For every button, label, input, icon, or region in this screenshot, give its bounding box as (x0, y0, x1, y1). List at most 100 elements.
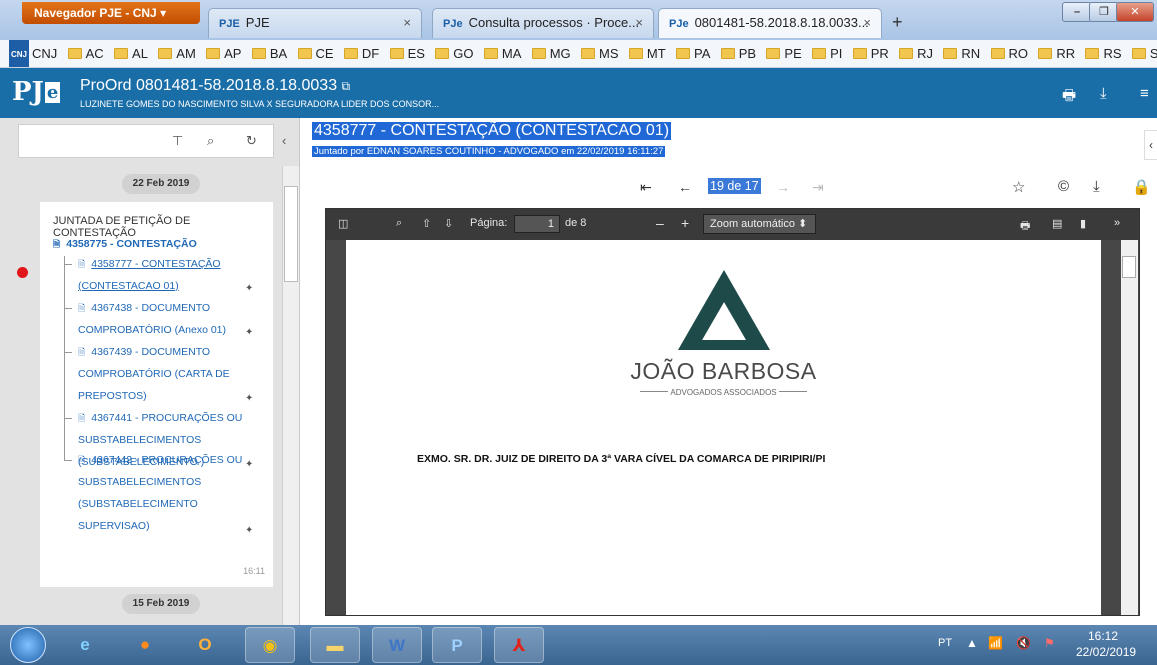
start-button[interactable] (10, 627, 46, 663)
scrollbar-thumb[interactable] (1122, 256, 1136, 278)
close-tab-icon[interactable]: × (635, 9, 643, 37)
zoom-in-icon[interactable]: + (681, 215, 689, 231)
last-document-icon[interactable]: ⇥ (812, 179, 824, 196)
document-icon: 🗎 (78, 259, 86, 269)
previous-document-icon[interactable]: ← (678, 179, 692, 195)
timeline-scrollbar[interactable] (282, 166, 299, 625)
bookmark-ba[interactable]: BA (249, 40, 291, 67)
zoom-out-icon[interactable]: – (656, 215, 664, 231)
timeline-search-input[interactable] (19, 125, 169, 157)
bookmark-icon[interactable]: ▮ (1080, 217, 1086, 230)
bookmark-pb[interactable]: PB (718, 40, 760, 67)
bookmark-pa[interactable]: PA (673, 40, 714, 67)
notification-flag-icon[interactable]: ⚑ (1044, 636, 1055, 650)
attachment-link-4358777[interactable]: 🗎 4358777 - CONTESTAÇÃO (CONTESTACAO 01) (78, 253, 246, 297)
file-explorer-icon[interactable]: ▬ (310, 627, 360, 663)
bookmark-es[interactable]: ES (387, 40, 429, 67)
outlook-icon[interactable]: O (180, 627, 230, 663)
network-signal-icon[interactable]: 📶 (988, 636, 1003, 650)
bookmark-rn[interactable]: RN (940, 40, 984, 67)
download-document-icon[interactable]: ⤓ (1093, 178, 1100, 195)
scrollbar-track[interactable] (1121, 240, 1138, 615)
save-icon[interactable]: ▤ (1052, 217, 1062, 230)
bookmark-go[interactable]: GO (432, 40, 477, 67)
pin-icon[interactable]: ✦ (245, 393, 253, 404)
clock-date[interactable]: 22/02/2019 (1076, 645, 1136, 659)
first-document-icon[interactable]: ⇤ (640, 179, 652, 196)
bookmark-ac[interactable]: AC (65, 40, 108, 67)
tab-consulta-processos[interactable]: PJe Consulta processos · Proce... × (432, 8, 654, 38)
acrobat-icon[interactable]: ⅄ (494, 627, 544, 663)
volume-muted-icon[interactable]: 🔇 (1016, 636, 1031, 650)
bookmark-pi[interactable]: PI (809, 40, 846, 67)
folder-icon (581, 48, 596, 59)
minimize-window-button[interactable]: – (1062, 2, 1092, 22)
search-icon[interactable]: ⌕ (207, 133, 214, 149)
bookmark-ap[interactable]: AP (203, 40, 245, 67)
menu-icon[interactable]: ≡ (1140, 85, 1149, 102)
pin-icon[interactable]: ✦ (245, 459, 253, 470)
navigator-menu-button[interactable]: Navegador PJE - CNJ ▾ (22, 2, 200, 24)
find-icon[interactable]: ⌕ (396, 217, 402, 230)
bookmark-al[interactable]: AL (111, 40, 152, 67)
page-number-input[interactable] (514, 215, 560, 233)
bookmark-rj[interactable]: RJ (896, 40, 937, 67)
filter-icon[interactable]: ⊤ (172, 133, 183, 149)
bookmark-pr[interactable]: PR (850, 40, 893, 67)
bookmark-ms[interactable]: MS (578, 40, 623, 67)
firefox-icon[interactable]: ● (120, 627, 170, 663)
scrollbar-thumb[interactable] (284, 186, 298, 282)
attachment-link-4367439[interactable]: 🗎 4367439 - DOCUMENTO COMPROBATÓRIO (CARTA… (78, 341, 246, 407)
sidebar-toggle-icon[interactable]: ◫ (338, 217, 348, 230)
pin-icon[interactable]: ✦ (245, 525, 253, 536)
expand-right-panel-icon[interactable]: ‹ (1144, 130, 1157, 160)
bookmark-rr[interactable]: RR (1035, 40, 1079, 67)
pin-icon[interactable]: ✦ (245, 327, 253, 338)
next-document-icon[interactable]: → (776, 179, 790, 195)
pin-icon[interactable]: ✦ (245, 283, 253, 294)
attachment-link-4367438[interactable]: 🗎 4367438 - DOCUMENTO COMPROBATÓRIO (Anexo… (78, 297, 246, 341)
bookmark-ce[interactable]: CE (295, 40, 338, 67)
copy-icon[interactable]: ⧉ (342, 79, 351, 93)
collapse-panel-icon[interactable]: ‹ (282, 133, 286, 148)
word-icon[interactable]: W (372, 627, 422, 663)
pdf-scrollbar[interactable] (1101, 240, 1139, 615)
clock-time[interactable]: 16:12 (1088, 629, 1118, 643)
language-indicator[interactable]: PT (938, 637, 952, 649)
bookmark-cnj[interactable]: CNJ CNJ (0, 40, 61, 67)
close-tab-icon[interactable]: × (403, 9, 411, 37)
pje-app-icon[interactable]: P (432, 627, 482, 663)
show-hidden-icons-icon[interactable]: ▲ (966, 636, 978, 650)
bookmark-sc[interactable]: SC (1129, 40, 1157, 67)
main-document-link[interactable]: 🗎 4358775 - CONTESTAÇÃO (53, 237, 197, 253)
attachment-link-4367442[interactable]: 🗎 4367442 - PROCURAÇÕES OU SUBSTABELECIMEN… (78, 449, 246, 537)
chrome-icon[interactable]: ◉ (245, 627, 295, 663)
previous-page-icon[interactable]: ⇧ (422, 217, 431, 230)
refresh-icon[interactable]: ↻ (246, 133, 257, 149)
bookmark-mg[interactable]: MG (529, 40, 575, 67)
print-icon[interactable]: 🖶 (1062, 85, 1076, 110)
maximize-window-button[interactable]: ❐ (1089, 2, 1119, 22)
more-tools-icon[interactable]: » (1114, 217, 1120, 229)
lock-icon[interactable]: 🔒 (1132, 178, 1151, 196)
download-icon[interactable]: ⤓ (1100, 85, 1107, 102)
bookmark-ro[interactable]: RO (988, 40, 1033, 67)
bookmark-df[interactable]: DF (341, 40, 383, 67)
star-icon[interactable]: ☆ (1012, 178, 1025, 196)
bookmark-ma[interactable]: MA (481, 40, 526, 67)
close-tab-icon[interactable]: × (863, 9, 871, 37)
copyright-icon[interactable]: © (1058, 178, 1069, 195)
bookmark-mt[interactable]: MT (626, 40, 670, 67)
zoom-select[interactable]: Zoom automático ⬍ (703, 214, 816, 234)
bookmark-pe[interactable]: PE (763, 40, 805, 67)
bookmark-rs[interactable]: RS (1082, 40, 1125, 67)
bookmark-am[interactable]: AM (155, 40, 200, 67)
close-window-button[interactable]: ✕ (1116, 2, 1154, 22)
tab-pje[interactable]: PJE PJE × (208, 8, 422, 38)
next-page-icon[interactable]: ⇩ (444, 217, 453, 230)
print-icon[interactable]: 🖶 (1020, 217, 1030, 236)
tab-process-document[interactable]: PJe 0801481-58.2018.8.18.0033... × (658, 8, 882, 38)
internet-explorer-icon[interactable]: e (60, 627, 110, 663)
new-tab-button[interactable]: + (892, 12, 903, 33)
pje-logo[interactable]: PJ e (12, 77, 61, 107)
